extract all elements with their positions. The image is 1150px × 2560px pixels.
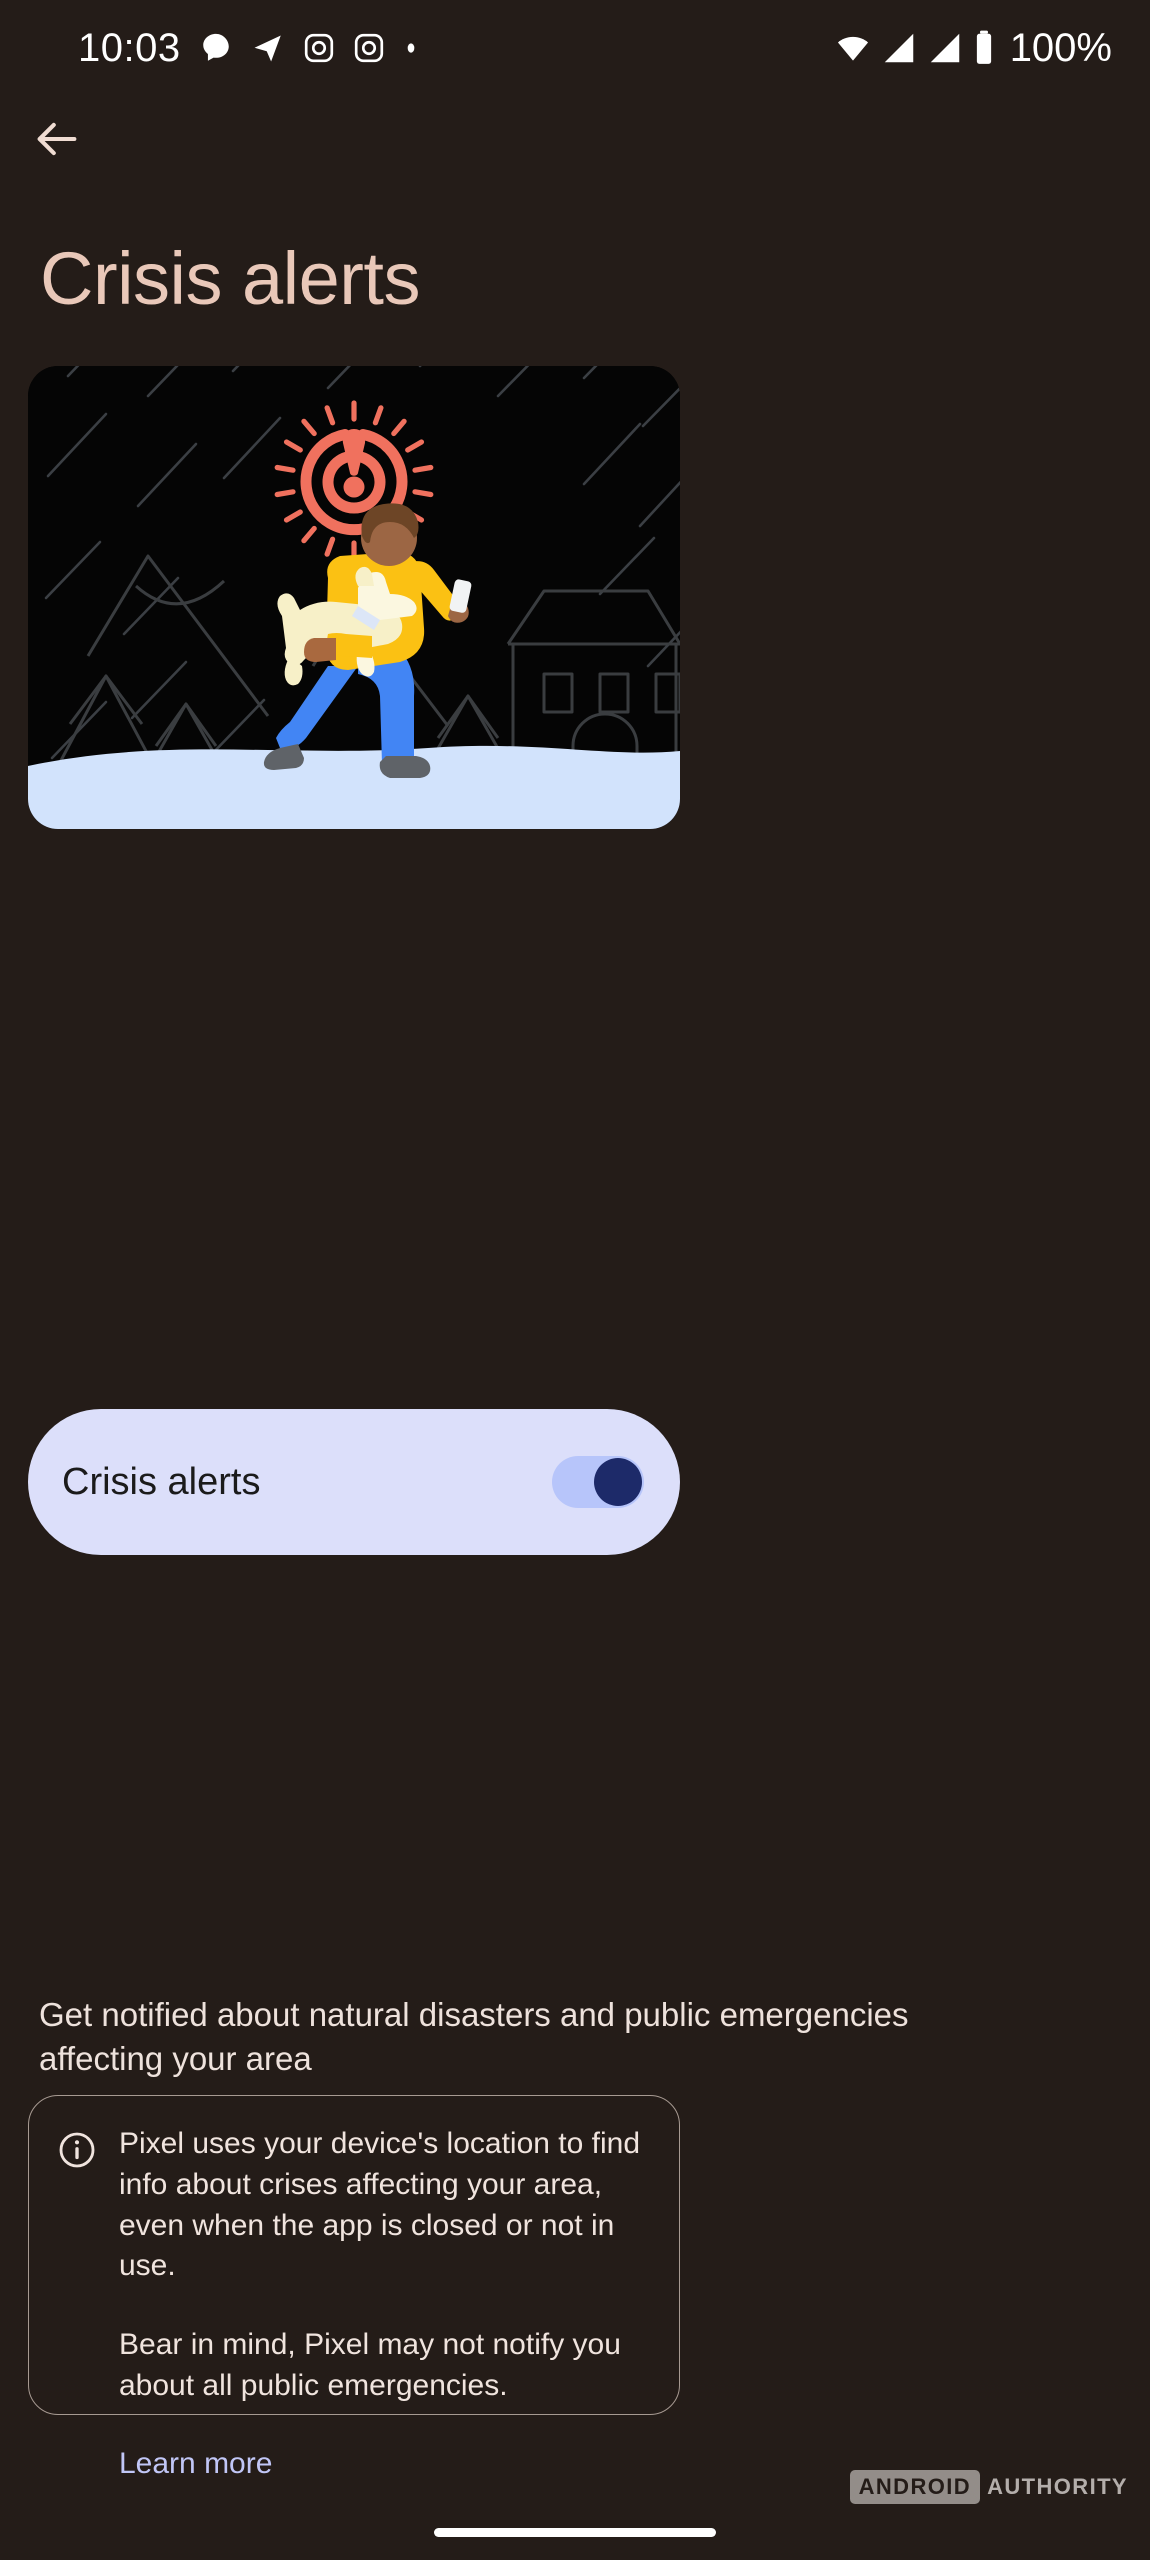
watermark-text: AUTHORITY	[987, 2474, 1128, 2499]
page-title: Crisis alerts	[40, 237, 420, 320]
cellular-signal-icon	[930, 33, 959, 63]
crisis-alerts-screen: 10:03 100% Crisis alerts Crisis alerts G…	[0, 0, 1150, 2560]
crisis-alert-illustration	[28, 366, 680, 829]
info-circle-icon	[59, 2132, 95, 2168]
info-card: Pixel uses your device's location to fin…	[28, 2095, 680, 2480]
cellular-signal-icon	[884, 33, 913, 63]
info-paragraph-1: Pixel uses your device's location to fin…	[119, 2127, 641, 2283]
battery-percent-label: 100%	[1009, 25, 1112, 70]
battery-icon	[976, 30, 991, 64]
crisis-alerts-toggle-row[interactable]: Crisis alerts	[28, 1409, 680, 1555]
crisis-alerts-toggle-label: Crisis alerts	[62, 1460, 261, 1503]
instagram-icon	[304, 33, 333, 63]
watermark-badge: ANDROID	[849, 2470, 981, 2504]
telegram-send-icon	[254, 35, 281, 62]
crisis-alerts-description: Get notified about natural disasters and…	[39, 1996, 909, 2077]
status-bar-right: 100%	[834, 26, 1112, 71]
wifi-icon	[837, 36, 868, 61]
info-card-body: Pixel uses your device's location to fin…	[119, 2124, 651, 2481]
status-bar-left: 10:03	[78, 26, 419, 71]
android-authority-watermark: ANDROID AUTHORITY	[849, 2470, 1128, 2504]
instagram-icon	[354, 33, 383, 63]
info-card-row: Pixel uses your device's location to fin…	[57, 2124, 651, 2481]
switch-knob	[594, 1458, 642, 1506]
snow-ground	[28, 745, 680, 829]
chat-bubble-icon	[202, 33, 229, 61]
arrow-back-icon	[37, 122, 77, 156]
status-bar-clock: 10:03	[78, 25, 181, 70]
info-paragraph-2: Bear in mind, Pixel may not notify you a…	[119, 2328, 621, 2402]
home-gesture-bar[interactable]	[434, 2528, 716, 2537]
illustration-canvas	[28, 366, 680, 829]
dot-icon	[407, 43, 414, 53]
learn-more-link[interactable]: Learn more	[119, 2447, 272, 2481]
crisis-alerts-switch[interactable]	[552, 1456, 644, 1508]
status-bar: 10:03 100%	[0, 0, 1150, 96]
back-button[interactable]	[18, 100, 96, 178]
